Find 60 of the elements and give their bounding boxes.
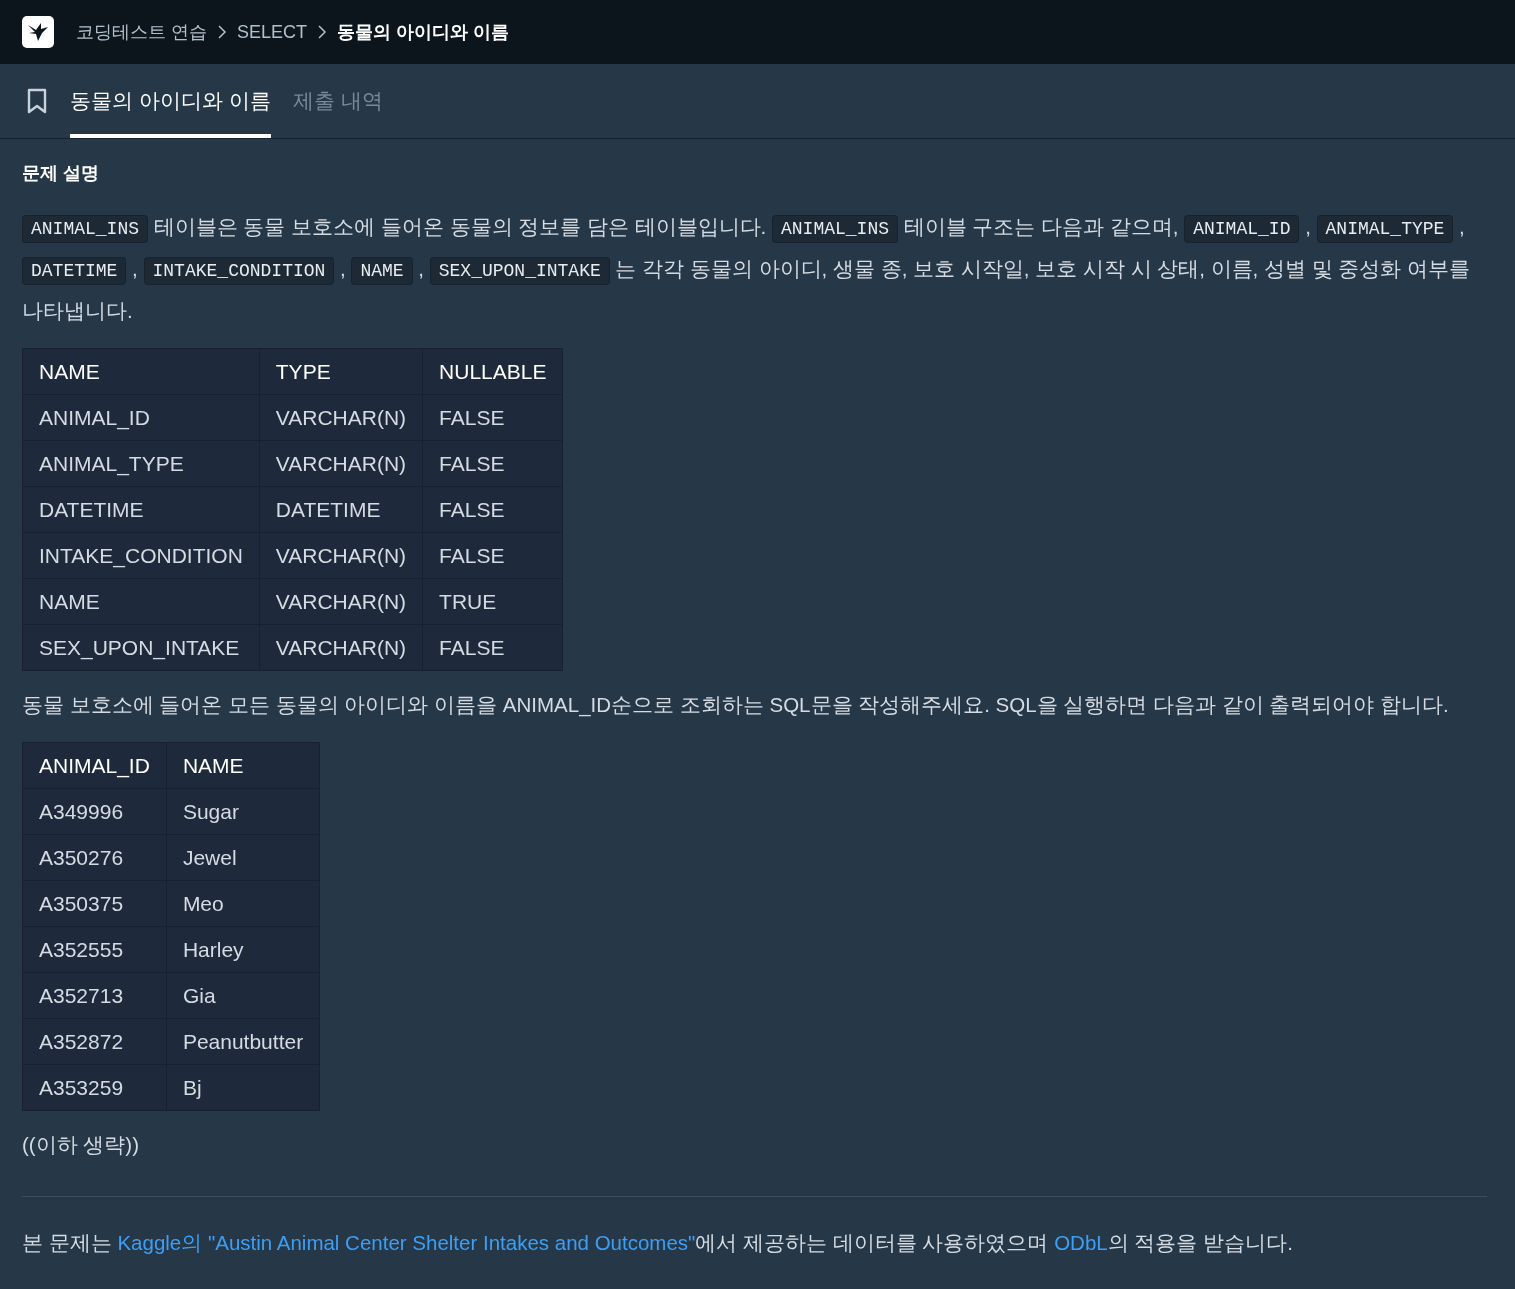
source-link[interactable]: Kaggle의 "Austin Animal Center Shelter Intakes and Outcomes" [117,1231,696,1254]
inline-code: ANIMAL_TYPE [1316,215,1454,243]
table-cell: VARCHAR(N) [259,440,423,487]
chevron-right-icon [317,24,328,40]
inline-code: ANIMAL_ID [1184,215,1300,243]
table-cell: Gia [166,972,320,1019]
table-cell: FALSE [422,394,563,441]
inline-code: NAME [351,257,413,285]
table-cell: A349996 [22,788,167,835]
tab[interactable]: 동물의 아이디와 이름 [70,68,271,138]
task-paragraph: 동물 보호소에 들어온 모든 동물의 아이디와 이름을 ANIMAL_ID순으로 조회하는 SQL문을 작성해주세요. SQL을 실행하면 다음과 같이 출력되어야 합니다. [22,692,1450,719]
inline-code: ANIMAL_INS [772,215,899,243]
table-cell: FALSE [422,440,563,487]
table-cell: Harley [166,926,320,973]
table-cell: FALSE [422,532,563,579]
column-header: NULLABLE [422,348,563,395]
column-header: NAME [166,742,320,789]
inline-code: SEX_UPON_INTAKE [429,257,610,285]
breadcrumb-link[interactable]: SELECT [237,21,308,43]
omitted-note: ((이하 생략)) [22,1132,140,1158]
table-cell: A352555 [22,926,167,973]
table-cell: DATETIME [259,486,423,533]
table-cell: Sugar [166,788,320,835]
table-cell: A352872 [22,1018,167,1065]
table-cell: INTAKE_CONDITION [22,532,260,579]
table-cell: Jewel [166,834,320,881]
table-cell: VARCHAR(N) [259,578,423,625]
description-paragraph: ANIMAL_INS 테이블은 동물 보호소에 들어온 동물의 정보를 담은 테이블입니다. ANIMAL_INS 테이블 구조는 다음과 같으며, ANIMAL_ID , ANIMAL_TYPE , DATETIME , INTAKE_CONDITION , NAME , SEX_UPON_INTAKE 는 각각 동물의 아이디, 생물 종, 보호 시작일, 보호 시작 시 상태, 이름, 성별 및 중성화 여부를 나타냅니다. [22,214,1472,324]
table-cell: ANIMAL_TYPE [22,440,260,487]
table-cell: A353259 [22,1064,167,1111]
table-cell: A350375 [22,880,167,927]
bookmark-icon[interactable] [26,88,48,114]
table-cell: ANIMAL_ID [22,394,260,441]
table-cell: Meo [166,880,320,927]
table-cell: A350276 [22,834,167,881]
source-note: 본 문제는 Kaggle의 "Austin Animal Center Shelter Intakes and Outcomes"에서 제공하는 데이터를 사용하였으며 ODbL의 적용을 받습니다. [22,1230,1294,1256]
inline-code: DATETIME [22,257,127,285]
source-link[interactable]: ODbL [1054,1231,1108,1254]
table-cell: VARCHAR(N) [259,624,423,671]
chevron-right-icon [217,24,227,40]
table-cell: NAME [22,578,260,625]
table-cell: TRUE [422,578,563,625]
section-title: 문제 설명 [22,162,100,185]
column-header: TYPE [259,348,423,395]
breadcrumb-link[interactable]: 동물의 아이디와 이름 [337,20,510,44]
table-cell: Peanutbutter [166,1018,320,1065]
table-cell: DATETIME [22,486,260,533]
breadcrumb-link[interactable]: 코딩테스트 연습 [76,20,207,44]
inline-code: INTAKE_CONDITION [143,257,335,285]
column-header: ANIMAL_ID [22,742,167,789]
column-header: NAME [22,348,260,395]
table-cell: SEX_UPON_INTAKE [22,624,260,671]
table-cell: A352713 [22,972,167,1019]
table-cell: Bj [166,1064,320,1111]
inline-code: ANIMAL_INS [22,215,149,243]
table-cell: FALSE [422,624,563,671]
table-cell: VARCHAR(N) [259,532,423,579]
bird-logo-icon[interactable] [22,16,54,48]
table-cell: VARCHAR(N) [259,394,423,441]
table-cell: FALSE [422,486,563,533]
